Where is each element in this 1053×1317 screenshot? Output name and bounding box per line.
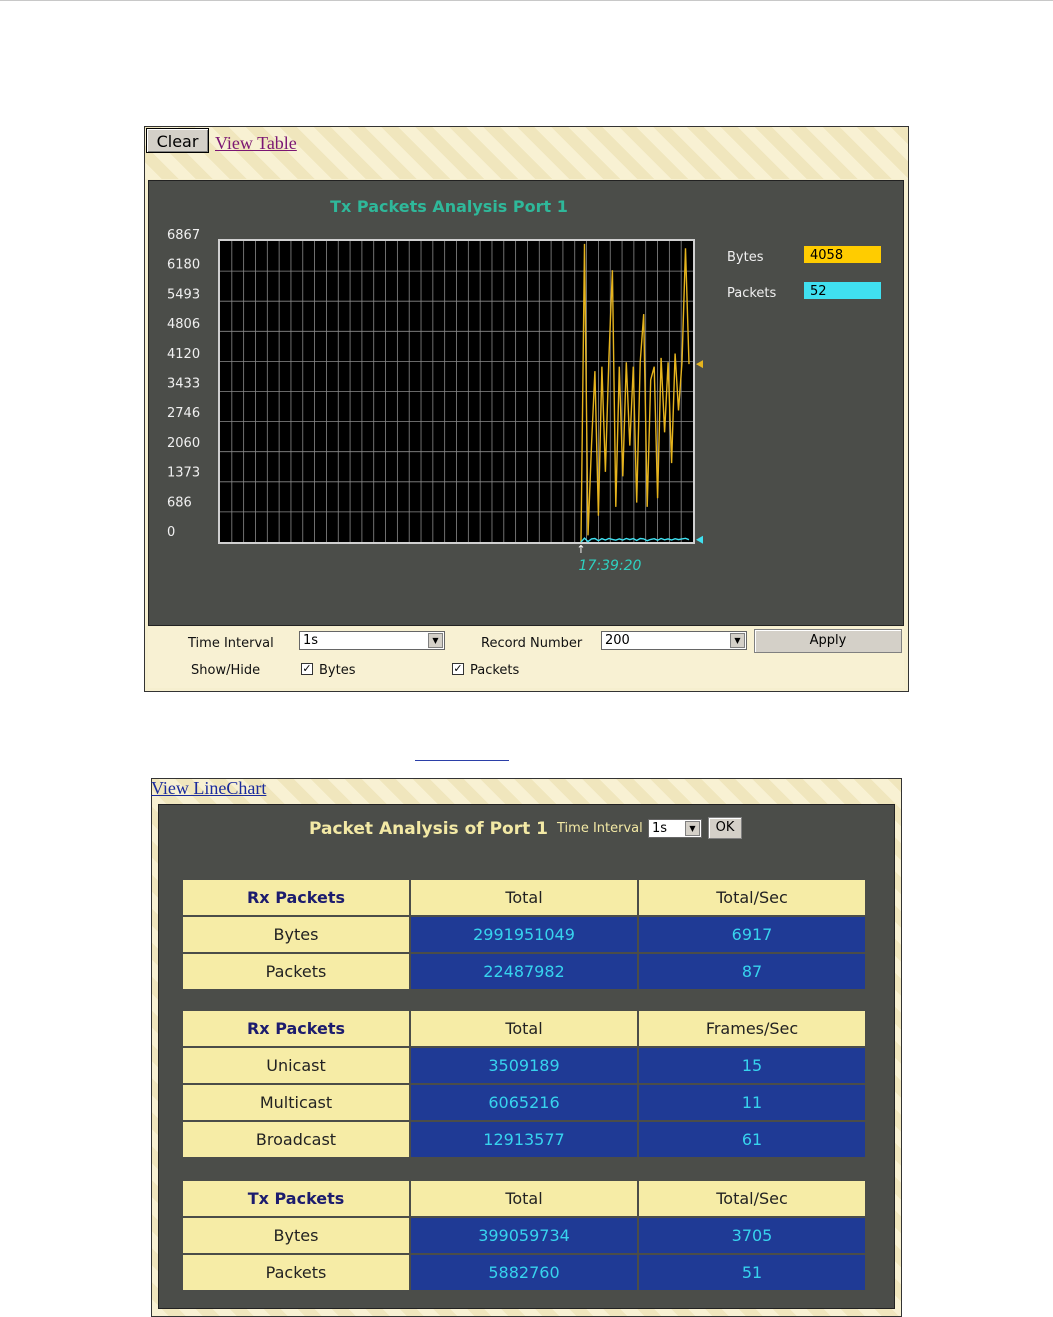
table-row: Bytes 399059734 3705: [183, 1218, 865, 1253]
toolbar: Clear View Table: [145, 127, 908, 179]
stats-table: Rx Packets Total Frames/Sec Unicast 3509189 1…: [181, 1009, 867, 1159]
chart-controls: Time Interval 1s ▼ Record Number 200 ▼ A…: [148, 627, 904, 688]
record-number-select[interactable]: 200 ▼: [601, 631, 747, 650]
table-row: Packets 22487982 87: [183, 954, 865, 989]
table-column-header: Total/Sec: [639, 1181, 865, 1216]
row-label: Bytes: [183, 917, 409, 952]
rate-cell: 6917: [639, 917, 865, 952]
table-section-header: Tx Packets: [183, 1181, 409, 1216]
ok-button[interactable]: OK: [708, 817, 742, 839]
table-row: Packets 5882760 51: [183, 1255, 865, 1290]
table-row: Unicast 3509189 15: [183, 1048, 865, 1083]
table-column-header: Total: [411, 1181, 637, 1216]
rate-cell: 61: [639, 1122, 865, 1157]
y-tick-label: 6180: [167, 258, 200, 273]
row-label: Broadcast: [183, 1122, 409, 1157]
y-tick-label: 4806: [167, 317, 200, 332]
total-cell: 399059734: [411, 1218, 637, 1253]
y-tick-label: 3433: [167, 377, 200, 392]
table-row: Multicast 6065216 11: [183, 1085, 865, 1120]
chevron-down-icon: ▼: [685, 821, 700, 836]
table-column-header: Total: [411, 1011, 637, 1046]
show-hide-label: Show/Hide: [191, 663, 261, 678]
page-top-rule: [0, 0, 1053, 1]
table-area: Packet Analysis of Port 1 Time Interval …: [158, 804, 895, 1309]
legend-value: 52: [810, 284, 827, 299]
table-section-header: Rx Packets: [183, 1011, 409, 1046]
table-column-header: Total/Sec: [639, 880, 865, 915]
y-tick-label: 4120: [167, 347, 200, 362]
rate-cell: 3705: [639, 1218, 865, 1253]
time-interval-select[interactable]: 1s ▼: [648, 819, 702, 838]
view-table-link[interactable]: View Table: [215, 133, 297, 154]
time-interval-label: Time Interval: [557, 821, 643, 836]
time-interval-value: 1s: [652, 821, 668, 836]
legend-label: Packets: [727, 286, 777, 301]
y-tick-label: 686: [167, 495, 192, 510]
table-header-row: Rx Packets Total Total/Sec: [183, 880, 865, 915]
series-end-marker-icon: [696, 360, 703, 369]
table-section-header: Rx Packets: [183, 880, 409, 915]
stats-table: Rx Packets Total Total/Sec Bytes 2991951049 6…: [181, 878, 867, 991]
row-label: Multicast: [183, 1085, 409, 1120]
clear-button[interactable]: Clear: [146, 128, 209, 153]
total-cell: 22487982: [411, 954, 637, 989]
y-tick-label: 5493: [167, 287, 200, 302]
chevron-down-icon: ▼: [428, 633, 443, 648]
total-cell: 6065216: [411, 1085, 637, 1120]
row-label: Packets: [183, 954, 409, 989]
total-cell: 5882760: [411, 1255, 637, 1290]
view-linechart-link[interactable]: View LineChart: [151, 778, 266, 799]
packet-analysis-table-panel: Packet Analysis of Port 1 Time Interval …: [151, 778, 902, 1317]
legend-value: 4058: [810, 248, 843, 263]
chart-area: Tx Packets Analysis Port 1 6867 6180 5493 48…: [148, 180, 904, 626]
document-hyperlink-underline[interactable]: [415, 760, 509, 761]
row-label: Unicast: [183, 1048, 409, 1083]
chart-title: Tx Packets Analysis Port 1: [330, 197, 568, 216]
table-header-row: Rx Packets Total Frames/Sec: [183, 1011, 865, 1046]
rate-cell: 11: [639, 1085, 865, 1120]
table-column-header: Total: [411, 880, 637, 915]
bytes-checkbox[interactable]: ✓: [301, 663, 313, 675]
time-interval-select[interactable]: 1s ▼: [299, 631, 445, 650]
apply-button[interactable]: Apply: [754, 629, 902, 653]
record-number-label: Record Number: [481, 636, 583, 651]
y-tick-label: 6867: [167, 228, 200, 243]
total-cell: 2991951049: [411, 917, 637, 952]
total-cell: 12913577: [411, 1122, 637, 1157]
packets-checkbox-label: Packets: [470, 663, 520, 678]
stats-table: Tx Packets Total Total/Sec Bytes 399059734 37…: [181, 1179, 867, 1292]
total-cell: 3509189: [411, 1048, 637, 1083]
y-tick-label: 2746: [167, 406, 200, 421]
table-row: Bytes 2991951049 6917: [183, 917, 865, 952]
time-cursor-arrow-icon: ↑: [576, 543, 585, 556]
row-label: Packets: [183, 1255, 409, 1290]
rate-cell: 87: [639, 954, 865, 989]
y-tick-label: 1373: [167, 466, 200, 481]
tx-packets-linechart-panel: Clear View Table Tx Packets Analysis Por…: [144, 126, 909, 692]
rate-cell: 15: [639, 1048, 865, 1083]
table-header-row: Tx Packets Total Total/Sec: [183, 1181, 865, 1216]
y-tick-label: 0: [167, 525, 175, 540]
packets-checkbox[interactable]: ✓: [452, 663, 464, 675]
chevron-down-icon: ▼: [730, 633, 745, 648]
table-row: Broadcast 12913577 61: [183, 1122, 865, 1157]
page-title: Packet Analysis of Port 1: [309, 819, 548, 839]
series-end-marker-icon: [696, 535, 703, 544]
line-chart: Tx Packets Analysis Port 1 6867 6180 5493 48…: [167, 197, 881, 574]
time-interval-value: 1s: [303, 633, 319, 648]
y-tick-label: 2060: [167, 436, 200, 451]
rate-cell: 51: [639, 1255, 865, 1290]
bytes-checkbox-label: Bytes: [319, 663, 356, 678]
time-interval-label: Time Interval: [188, 636, 274, 651]
row-label: Bytes: [183, 1218, 409, 1253]
record-number-value: 200: [605, 633, 630, 648]
time-label: 17:39:20: [579, 558, 642, 574]
legend-label: Bytes: [727, 250, 764, 265]
table-column-header: Frames/Sec: [639, 1011, 865, 1046]
